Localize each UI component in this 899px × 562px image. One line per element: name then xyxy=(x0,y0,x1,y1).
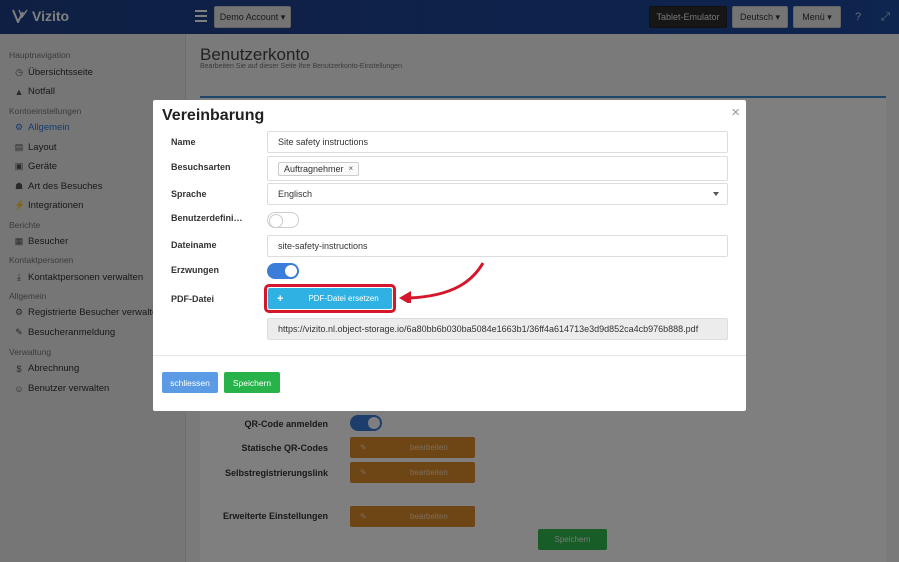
chevron-down-icon xyxy=(713,192,719,196)
pdf-file-label: PDF-Datei xyxy=(171,294,215,304)
name-label: Name xyxy=(171,137,196,147)
visit-type-tag: Auftragnehmer × xyxy=(278,161,360,176)
save-button[interactable]: Speichern xyxy=(224,372,280,393)
close-icon[interactable]: × xyxy=(731,104,740,121)
language-label: Sprache xyxy=(171,189,207,199)
filename-label: Dateiname xyxy=(171,240,217,250)
remove-tag-icon[interactable]: × xyxy=(349,164,354,173)
visit-types-label: Besuchsarten xyxy=(171,162,231,172)
language-select[interactable]: Englisch xyxy=(267,183,728,205)
custom-label: Benutzerdefinier… xyxy=(171,213,246,223)
close-button[interactable]: schliessen xyxy=(162,372,218,393)
annotation-arrow-icon xyxy=(399,262,485,303)
visit-types-multiselect[interactable]: Auftragnehmer × xyxy=(267,156,728,181)
replace-pdf-button[interactable]: + PDF-Datei ersetzen xyxy=(268,288,392,309)
agreement-modal: Vereinbarung × Name Site safety instruct… xyxy=(153,100,746,411)
custom-toggle[interactable] xyxy=(267,212,299,228)
modal-title: Vereinbarung xyxy=(162,107,265,124)
modal-divider xyxy=(153,355,746,356)
name-input[interactable]: Site safety instructions xyxy=(267,131,728,153)
forced-toggle[interactable] xyxy=(267,263,299,279)
forced-label: Erzwungen xyxy=(171,265,220,275)
plus-icon: + xyxy=(277,292,284,305)
pdf-url-field[interactable]: https://vizito.nl.object-storage.io/6a80… xyxy=(267,318,728,340)
filename-input[interactable]: site-safety-instructions xyxy=(267,235,728,257)
